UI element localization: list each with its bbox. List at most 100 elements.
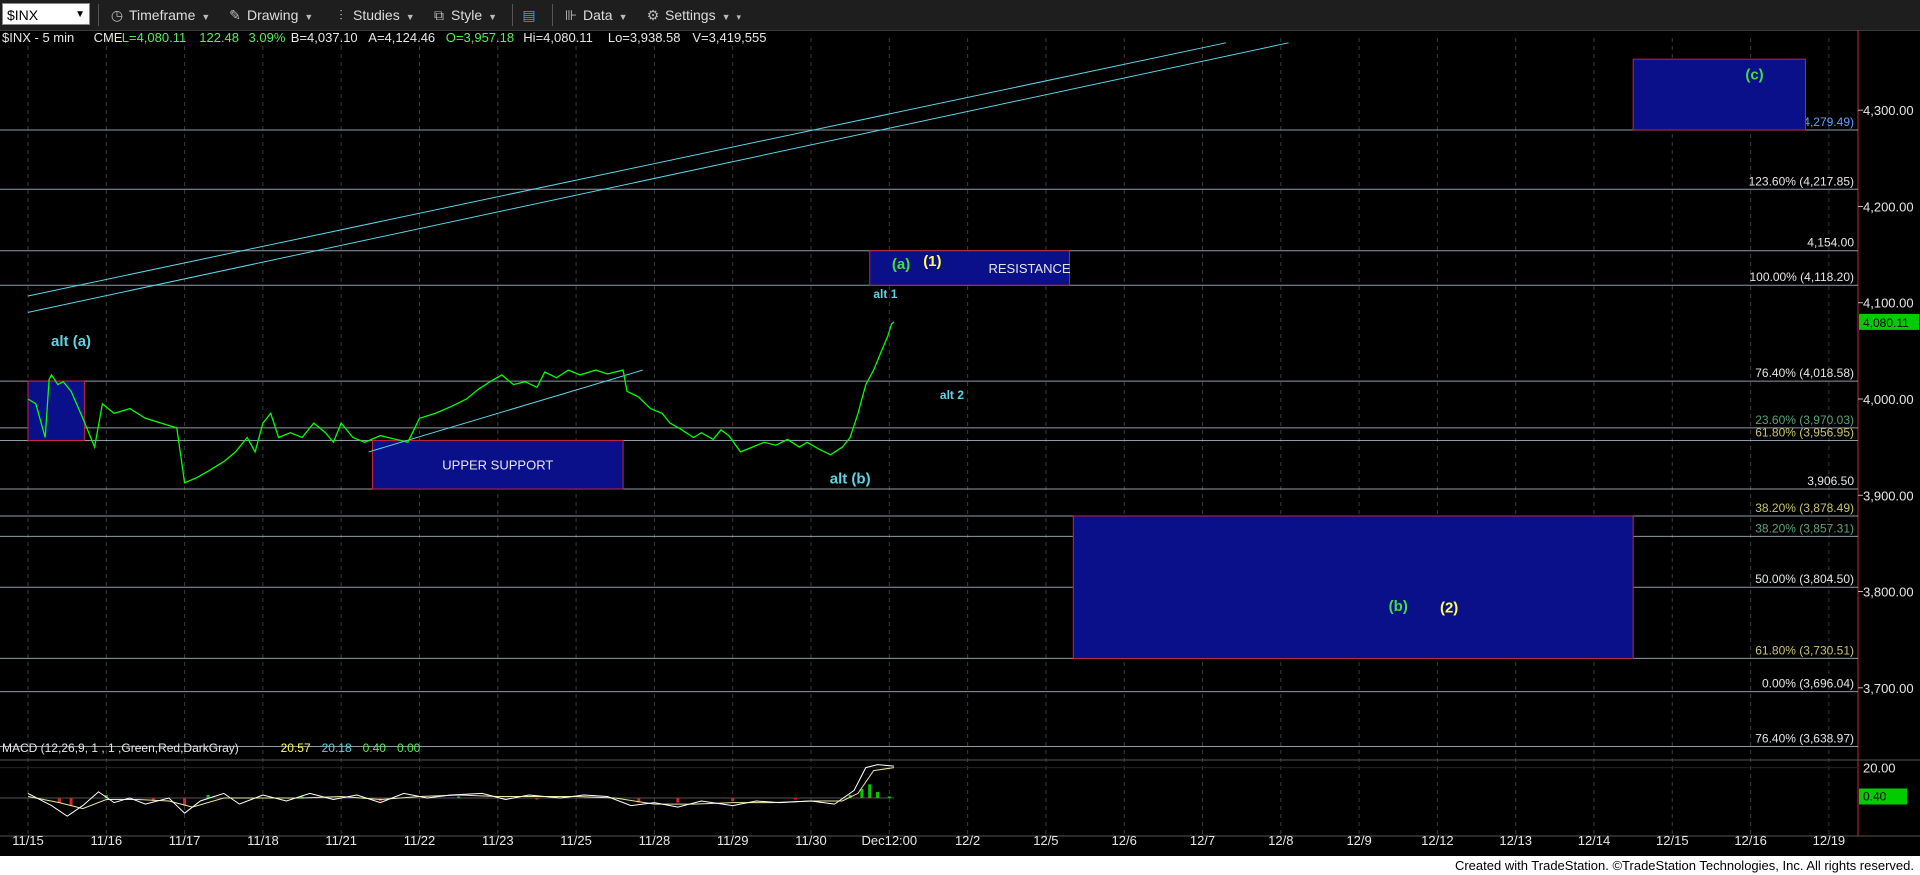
y-tick-label: 3,800.00 bbox=[1863, 585, 1914, 600]
y-tick-label: 4,100.00 bbox=[1863, 296, 1914, 311]
toolbar-divider bbox=[512, 4, 513, 26]
y-tick-label: 3,700.00 bbox=[1863, 681, 1914, 696]
x-tick-label: 11/25 bbox=[560, 833, 592, 848]
drawing-button[interactable]: ✎ Drawing ▼ bbox=[226, 5, 313, 25]
chart-header-field: CME bbox=[94, 30, 123, 45]
data-label: Data bbox=[583, 7, 613, 23]
last-price-label: 4,080.11 bbox=[1863, 316, 1909, 330]
chart-header-field: O=3,957.18 bbox=[446, 30, 514, 45]
fib-level-label: 3,906.50 bbox=[1807, 474, 1854, 488]
chevron-down-icon: ▼ bbox=[201, 12, 211, 22]
wave-annotation: (b) bbox=[1389, 598, 1408, 615]
macd-value-label: 0.40 bbox=[1863, 789, 1887, 803]
toolbar: $INX ▼ ◷ Timeframe ▼ ✎ Drawing ▼ ⫶ Studies ▼ ⧉… bbox=[0, 0, 1920, 31]
zone-label: RESISTANCE bbox=[989, 261, 1071, 276]
chevron-down-icon: ▼ bbox=[75, 9, 85, 20]
chart-header-field: $INX - 5 min bbox=[2, 30, 74, 45]
y-tick-label: 4,200.00 bbox=[1863, 199, 1914, 214]
fib-level-label: 76.40% (3,638.97) bbox=[1755, 732, 1854, 746]
timeframe-button[interactable]: ◷ Timeframe ▼ bbox=[108, 5, 210, 25]
gear-icon: ⚙ bbox=[646, 7, 660, 23]
layout-icon: ▤ bbox=[522, 7, 536, 23]
pencil-icon: ✎ bbox=[229, 7, 241, 23]
x-tick-label: 11/22 bbox=[404, 833, 436, 848]
chart-header-field: Lo=3,938.58 bbox=[608, 30, 681, 45]
fib-level-label: 4,154.00 bbox=[1807, 236, 1854, 250]
fib-level-label: 123.60% (4,217.85) bbox=[1749, 174, 1854, 188]
x-tick-label: 12/7 bbox=[1190, 833, 1215, 848]
x-tick-label: 12/15 bbox=[1656, 833, 1689, 848]
chevron-down-icon: ▾ bbox=[736, 12, 742, 22]
chart-header-field: A=4,124.46 bbox=[368, 30, 435, 45]
layout-button[interactable]: ▤ bbox=[520, 5, 541, 25]
settings-button[interactable]: ⚙ Settings ▼ ▾ bbox=[644, 5, 741, 25]
y-tick-label: 4,000.00 bbox=[1863, 392, 1914, 407]
x-tick-label: 12/14 bbox=[1578, 833, 1611, 848]
wave-annotation: alt 2 bbox=[940, 388, 964, 402]
x-tick-label: 11/16 bbox=[91, 833, 123, 848]
macd-header-field: MACD (12,26,9, 1 , 1 ,Green,Red,DarkGray… bbox=[2, 741, 239, 755]
toolbar-divider bbox=[98, 4, 99, 26]
x-tick-label: 11/30 bbox=[795, 833, 827, 848]
footer-credit: Created with TradeStation. ©TradeStation… bbox=[1454, 858, 1914, 873]
x-tick-label: 12/2 bbox=[955, 833, 980, 848]
wave-annotation: (2) bbox=[1440, 600, 1458, 617]
chevron-down-icon: ▼ bbox=[618, 12, 628, 22]
x-tick-label: 12/5 bbox=[1033, 833, 1058, 848]
wave-annotation: alt (b) bbox=[830, 471, 871, 488]
fib-level-label: 61.80% (3,730.51) bbox=[1755, 643, 1854, 657]
wave-annotation: (1) bbox=[923, 253, 941, 270]
x-tick-label: 12/16 bbox=[1734, 833, 1767, 848]
fib-zone-box bbox=[1072, 515, 1634, 659]
price-chart[interactable]: 138.20% (4,279.49)123.60% (4,217.85)4,15… bbox=[0, 30, 1920, 856]
chart-header-field: 122.48 bbox=[199, 30, 239, 45]
timeframe-label: Timeframe bbox=[129, 7, 196, 23]
chevron-down-icon: ▼ bbox=[721, 12, 731, 22]
chart-header-field: Hi=4,080.11 bbox=[523, 30, 593, 45]
x-tick-label: 12/6 bbox=[1112, 833, 1137, 848]
x-tick-label: 12/9 bbox=[1346, 833, 1371, 848]
x-tick-label: 12/12 bbox=[1421, 833, 1454, 848]
trendline bbox=[27, 42, 1289, 313]
x-tick-label: 11/17 bbox=[169, 833, 201, 848]
data-button[interactable]: ⊪ Data ▼ bbox=[562, 5, 628, 25]
fib-level-label: 100.00% (4,118.20) bbox=[1749, 270, 1854, 284]
data-icon: ⊪ bbox=[564, 7, 578, 23]
x-tick-label: 11/29 bbox=[717, 833, 749, 848]
fib-level-label: 50.00% (3,804.50) bbox=[1755, 572, 1854, 586]
fib-level-label: 61.80% (3,956.95) bbox=[1755, 425, 1854, 439]
x-tick-label: 12/13 bbox=[1499, 833, 1532, 848]
studies-icon: ⫶ bbox=[339, 7, 343, 23]
macd-header-field: 20.18 bbox=[322, 741, 352, 755]
symbol-input[interactable]: $INX ▼ bbox=[2, 3, 90, 25]
wave-annotation: alt (a) bbox=[51, 333, 91, 350]
x-tick-label: 12/8 bbox=[1268, 833, 1293, 848]
chart-header-field: B=4,037.10 bbox=[291, 30, 358, 45]
x-tick-label: 11/18 bbox=[247, 833, 279, 848]
y-tick-label: 4,300.00 bbox=[1863, 103, 1914, 118]
chevron-down-icon: ▼ bbox=[488, 12, 498, 22]
wave-annotation: alt 1 bbox=[873, 287, 897, 301]
macd-header-field: 0.00 bbox=[397, 741, 421, 755]
x-tick-label: Dec12:00 bbox=[861, 833, 917, 848]
chart-header-field: V=3,419,555 bbox=[692, 30, 766, 45]
symbol-value: $INX bbox=[7, 7, 39, 23]
style-button[interactable]: ⧉ Style ▼ bbox=[430, 5, 497, 25]
zone-label: UPPER SUPPORT bbox=[442, 458, 553, 473]
fib-zone-box bbox=[1632, 58, 1806, 131]
chevron-down-icon: ▼ bbox=[304, 12, 314, 22]
y-tick-label: 3,900.00 bbox=[1863, 488, 1914, 503]
fib-level-label: 38.20% (3,878.49) bbox=[1755, 501, 1854, 515]
x-tick-label: 11/21 bbox=[325, 833, 357, 848]
wave-annotation: (a) bbox=[892, 256, 910, 273]
studies-button[interactable]: ⫶ Studies ▼ bbox=[332, 5, 414, 25]
fib-level-label: 0.00% (3,696.04) bbox=[1762, 677, 1854, 691]
wave-annotation: (c) bbox=[1745, 66, 1763, 83]
chart-header-field: L=4,080.11 bbox=[122, 30, 186, 45]
style-icon: ⧉ bbox=[434, 7, 444, 23]
x-tick-label: 11/15 bbox=[12, 833, 44, 848]
drawing-label: Drawing bbox=[247, 7, 299, 23]
macd-header-field: 20.57 bbox=[281, 741, 311, 755]
macd-signal-line bbox=[27, 767, 895, 810]
x-tick-label: 12/19 bbox=[1813, 833, 1846, 848]
